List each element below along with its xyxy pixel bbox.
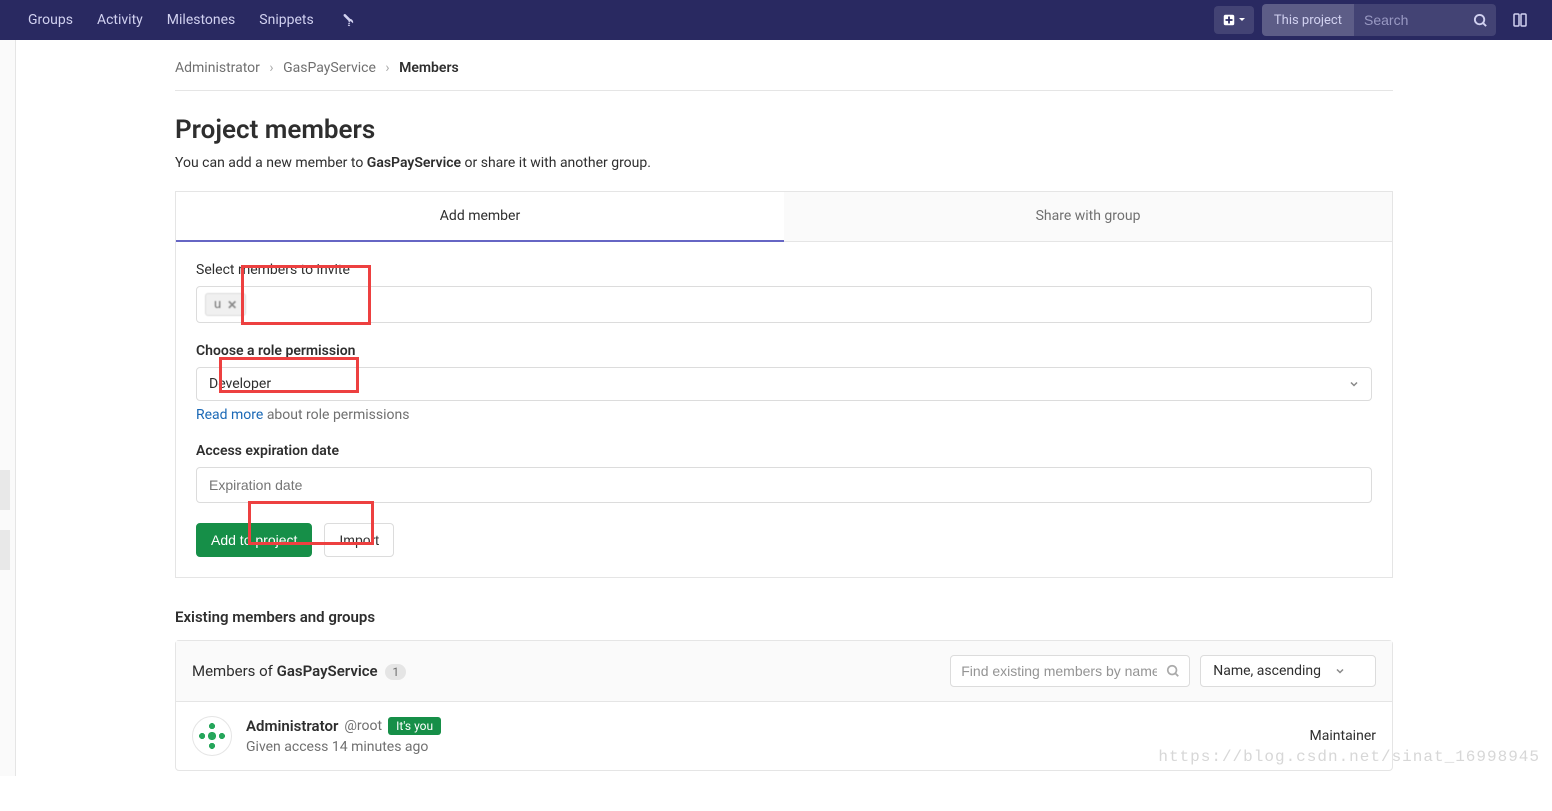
- member-handle: @root: [344, 718, 382, 734]
- member-role: Maintainer: [1310, 728, 1376, 744]
- breadcrumb-separator: ›: [385, 60, 389, 76]
- sidebar-marker: [0, 470, 10, 510]
- breadcrumb-current: Members: [399, 60, 459, 76]
- member-count-badge: 1: [385, 664, 406, 680]
- sidebar-marker: [0, 530, 10, 570]
- page-subtitle: You can add a new member to GasPayServic…: [175, 155, 1393, 171]
- expiration-date-input[interactable]: [196, 467, 1372, 503]
- header-nav: Groups Activity Milestones Snippets: [16, 0, 326, 40]
- member-row: Administrator @root It's you Given acces…: [176, 702, 1392, 770]
- member-info: Administrator @root It's you Given acces…: [246, 717, 441, 755]
- search-input[interactable]: [1354, 12, 1464, 28]
- header-right: This project: [1214, 4, 1536, 36]
- todos-icon[interactable]: [1504, 12, 1536, 28]
- member-name[interactable]: Administrator: [246, 717, 338, 735]
- members-panel: Members of GasPayService 1 Name, ascendi…: [175, 640, 1393, 771]
- new-dropdown-button[interactable]: [1214, 6, 1254, 34]
- title-project: GasPayService: [277, 662, 378, 680]
- main-content: Administrator › GasPayService › Members …: [16, 40, 1552, 811]
- role-value: Developer: [209, 376, 271, 392]
- nav-snippets[interactable]: Snippets: [247, 0, 325, 40]
- members-panel-title: Members of GasPayService 1: [192, 662, 406, 680]
- member-chip[interactable]: u ✕: [205, 293, 246, 316]
- import-button[interactable]: Import: [324, 523, 394, 557]
- page-title: Project members: [175, 115, 1393, 145]
- existing-members-heading: Existing members and groups: [175, 608, 1393, 626]
- its-you-badge: It's you: [388, 717, 441, 735]
- subtitle-text: You can add a new member to: [175, 155, 367, 171]
- search-icon: [1166, 664, 1180, 678]
- identicon-icon: [191, 715, 233, 757]
- search-icon[interactable]: [1464, 4, 1496, 36]
- admin-wrench-icon[interactable]: [342, 12, 358, 28]
- avatar[interactable]: [192, 716, 232, 756]
- expiration-label: Access expiration date: [196, 443, 1372, 459]
- subtitle-project: GasPayService: [367, 155, 461, 171]
- breadcrumb-project[interactable]: GasPayService: [283, 60, 376, 76]
- member-select-input[interactable]: u ✕: [196, 286, 1372, 323]
- subtitle-text: or share it with another group.: [461, 155, 651, 171]
- chip-remove-icon[interactable]: ✕: [227, 298, 237, 312]
- title-prefix: Members of: [192, 662, 277, 680]
- help-rest: about role permissions: [263, 407, 409, 423]
- filter-members-input[interactable]: [950, 655, 1190, 687]
- role-select[interactable]: Developer: [196, 367, 1372, 401]
- sort-value: Name, ascending: [1213, 663, 1321, 679]
- breadcrumb-root[interactable]: Administrator: [175, 60, 260, 76]
- chevron-down-icon: [1238, 16, 1246, 24]
- chip-text: u: [214, 297, 221, 312]
- read-more-link[interactable]: Read more: [196, 407, 263, 423]
- nav-activity[interactable]: Activity: [85, 0, 155, 40]
- breadcrumb: Administrator › GasPayService › Members: [175, 40, 1393, 91]
- nav-milestones[interactable]: Milestones: [155, 0, 248, 40]
- members-panel-header: Members of GasPayService 1 Name, ascendi…: [176, 641, 1392, 702]
- add-member-panel: Select members to invite u ✕ Choose a ro…: [175, 242, 1393, 578]
- select-members-label: Select members to invite: [196, 262, 1372, 278]
- nav-groups[interactable]: Groups: [16, 0, 85, 40]
- filter-wrap: [950, 655, 1190, 687]
- search-scope[interactable]: This project: [1262, 4, 1354, 36]
- chevron-down-icon: [1335, 666, 1345, 676]
- member-meta: Given access 14 minutes ago: [246, 739, 441, 755]
- member-tabs: Add member Share with group: [175, 191, 1393, 242]
- sort-select[interactable]: Name, ascending: [1200, 655, 1376, 687]
- tab-add-member[interactable]: Add member: [176, 192, 784, 242]
- add-to-project-button[interactable]: Add to project: [196, 523, 312, 557]
- role-help-text: Read more about role permissions: [196, 407, 1372, 423]
- tab-share-group[interactable]: Share with group: [784, 192, 1392, 242]
- chevron-down-icon: [1349, 379, 1359, 389]
- search-container: This project: [1262, 4, 1496, 36]
- top-header: Groups Activity Milestones Snippets This…: [0, 0, 1552, 40]
- role-label: Choose a role permission: [196, 343, 1372, 359]
- breadcrumb-separator: ›: [269, 60, 273, 76]
- collapsed-sidebar: [0, 40, 16, 776]
- plus-icon: [1222, 13, 1236, 27]
